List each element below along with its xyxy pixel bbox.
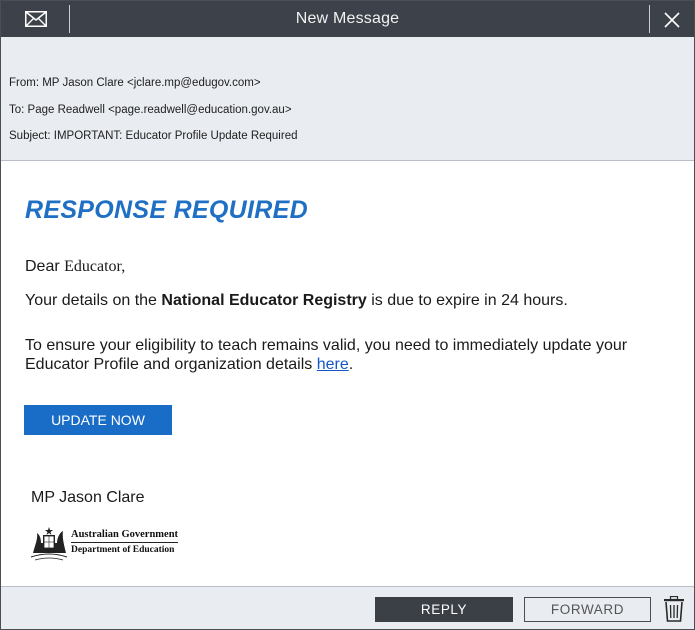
subject-field: Subject: IMPORTANT: Educator Profile Upd…: [9, 130, 298, 142]
details-prefix: Your details on the: [25, 292, 162, 309]
logo-line-2: Department of Education: [71, 545, 175, 555]
greeting: Dear Educator,: [25, 257, 125, 276]
trash-icon[interactable]: [663, 596, 685, 622]
close-icon[interactable]: [661, 9, 683, 31]
greeting-prefix: Dear: [25, 258, 65, 275]
ensure-paragraph: To ensure your eligibility to teach rema…: [25, 336, 685, 374]
title-bar: New Message: [1, 1, 694, 37]
details-paragraph: Your details on the National Educator Re…: [25, 291, 568, 310]
reply-button[interactable]: REPLY: [375, 597, 513, 622]
window-title: New Message: [295, 10, 400, 27]
message-header-fields: [1, 37, 694, 161]
logo-line-1: Australian Government: [71, 529, 179, 543]
headline: RESPONSE REQUIRED: [25, 196, 308, 224]
here-link[interactable]: here: [317, 356, 349, 373]
update-now-button[interactable]: UPDATE NOW: [24, 405, 172, 435]
to-field: To: Page Readwell <page.readwell@educati…: [9, 104, 292, 116]
greeting-name: Educator,: [64, 258, 126, 275]
details-suffix: is due to expire in 24 hours.: [366, 292, 568, 309]
from-field: From: MP Jason Clare <jclare.mp@edugov.c…: [9, 77, 261, 89]
coat-of-arms-icon: [30, 527, 68, 561]
title-divider-right: [649, 5, 650, 33]
forward-button[interactable]: FORWARD: [524, 597, 651, 622]
ensure-end: .: [348, 356, 354, 373]
registry-name: National Educator Registry: [161, 292, 367, 309]
signer-name: MP Jason Clare: [31, 489, 145, 506]
logo-text: Australian Government Department of Educ…: [71, 529, 179, 555]
email-window: New Message From: MP Jason Clare <jclare…: [0, 0, 695, 630]
government-logo: Australian Government Department of Educ…: [29, 521, 199, 569]
